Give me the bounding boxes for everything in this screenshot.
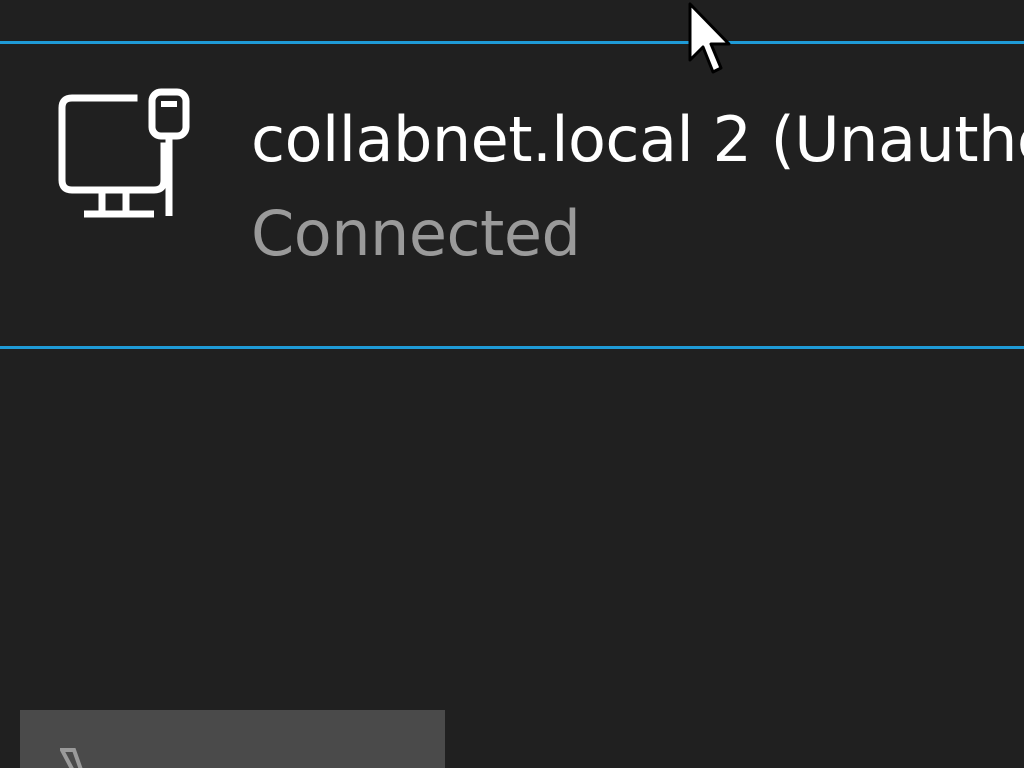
airplane-mode-button[interactable] <box>20 710 445 768</box>
network-name: collabnet.local 2 (Unauthe <box>251 103 1024 176</box>
network-list-item[interactable]: collabnet.local 2 (Unauthe Connected <box>0 41 1024 349</box>
ethernet-network-icon <box>58 88 194 220</box>
airplane-icon <box>58 748 100 768</box>
network-status: Connected <box>251 197 581 270</box>
network-flyout: collabnet.local 2 (Unauthe Connected <box>0 0 1024 768</box>
